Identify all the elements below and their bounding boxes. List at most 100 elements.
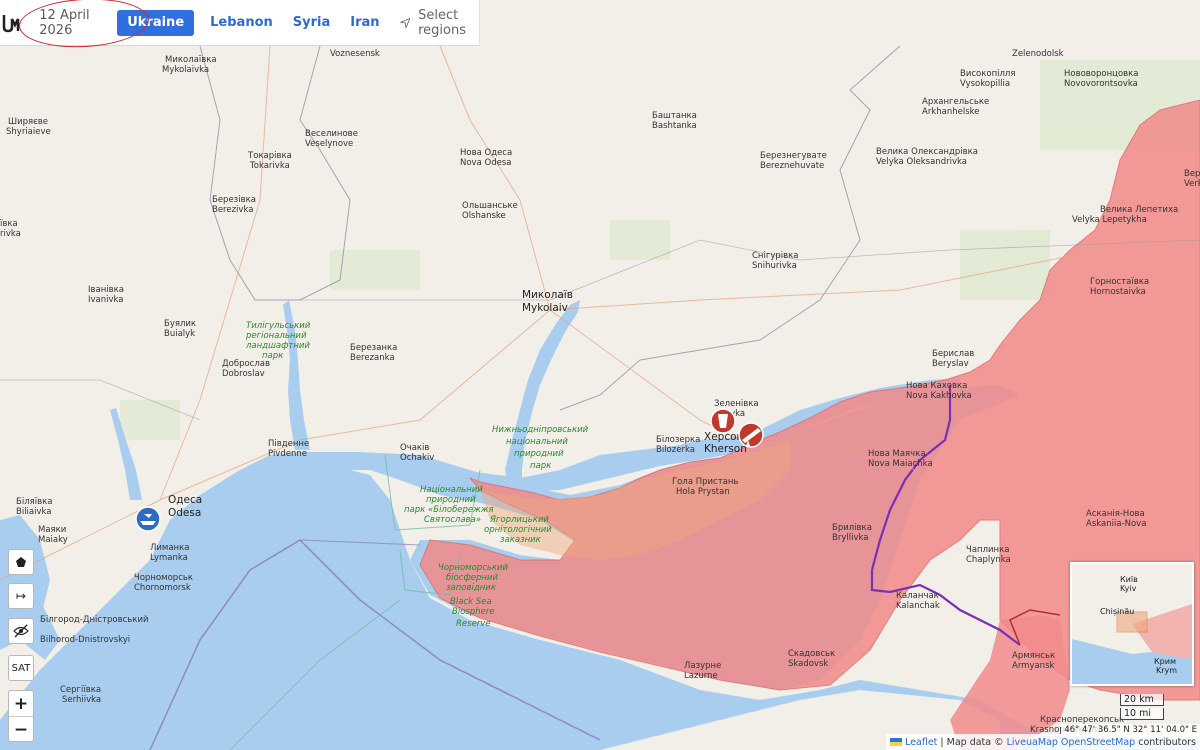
svg-text:Біляївка: Біляївка: [16, 497, 52, 507]
svg-text:Beryslav: Beryslav: [932, 359, 969, 369]
svg-text:парк: парк: [530, 461, 552, 471]
svg-text:Odesa: Odesa: [168, 507, 201, 519]
svg-text:Березнегувате: Березнегувате: [760, 151, 827, 161]
svg-text:орнітологічний: орнітологічний: [484, 525, 552, 535]
toggle-visibility-button[interactable]: [8, 618, 34, 644]
event-marker-naval[interactable]: [135, 506, 161, 532]
eye-off-icon: [13, 624, 29, 638]
svg-text:Verkh: Verkh: [1184, 179, 1200, 189]
svg-text:Biliaivka: Biliaivka: [16, 507, 52, 517]
svg-text:парк «Білобережжя: парк «Білобережжя: [404, 505, 494, 515]
attribution: Leaflet | Map data © LiveuaMap OpenStree…: [886, 734, 1200, 750]
svg-text:Maiaky: Maiaky: [38, 535, 68, 545]
select-regions-button[interactable]: Select regions: [399, 7, 479, 38]
svg-text:Olshanske: Olshanske: [462, 211, 506, 221]
contributors-label: contributors: [1138, 736, 1196, 748]
svg-text:Національний: Національний: [420, 485, 483, 495]
svg-text:Chornomorsk: Chornomorsk: [134, 583, 191, 593]
svg-text:Нова Маячка: Нова Маячка: [868, 449, 926, 459]
svg-text:Kyiv: Kyiv: [1120, 584, 1137, 593]
svg-text:Велика Олександрівка: Велика Олександрівка: [876, 147, 978, 157]
svg-text:парк: парк: [262, 351, 284, 361]
svg-text:Нова Каховка: Нова Каховка: [906, 381, 967, 391]
svg-text:Верх: Верх: [1184, 169, 1200, 179]
svg-text:Нижньодніпровський: Нижньодніпровський: [492, 425, 589, 435]
liveuamap-link[interactable]: LiveuaMap: [1007, 737, 1058, 748]
tab-ukraine[interactable]: Ukraine: [117, 9, 195, 36]
svg-text:Pivdenne: Pivdenne: [268, 449, 307, 459]
svg-text:Велика Лепетиха: Велика Лепетиха: [1100, 205, 1178, 215]
svg-text:Dobroslav: Dobroslav: [222, 369, 265, 379]
svg-text:Зеленівка: Зеленівка: [714, 399, 759, 409]
svg-text:Zelenodolsk: Zelenodolsk: [1012, 49, 1064, 59]
svg-text:Архангельське: Архангельське: [922, 97, 989, 107]
ukraine-flag-icon: [890, 738, 903, 746]
svg-text:Bryllivka: Bryllivka: [832, 533, 868, 543]
liveuamap-logo[interactable]: [0, 0, 23, 46]
svg-text:Одеса: Одеса: [168, 494, 202, 506]
svg-text:Armyansk: Armyansk: [1012, 661, 1054, 671]
svg-text:Високопілля: Високопілля: [960, 69, 1015, 79]
svg-text:Ширяєве: Ширяєве: [8, 117, 48, 127]
map-canvas[interactable]: Миколаївка Mykolaivka Voznesensk Ширяєве…: [0, 0, 1200, 750]
svg-text:Reserve: Reserve: [456, 619, 491, 629]
svg-text:Tokarivka: Tokarivka: [249, 161, 290, 171]
osm-link[interactable]: OpenStreetMap: [1061, 737, 1135, 748]
svg-text:Novovorontsovka: Novovorontsovka: [1064, 79, 1138, 89]
svg-text:заповідник: заповідник: [446, 583, 497, 593]
svg-text:Миколаївка: Миколаївка: [165, 55, 217, 65]
svg-text:Крим: Крим: [1154, 657, 1176, 666]
svg-text:Буялик: Буялик: [164, 319, 196, 329]
svg-text:Serhiivka: Serhiivka: [62, 695, 101, 705]
date-selector[interactable]: 12 April 2026: [18, 0, 151, 50]
svg-text:Bilozerka: Bilozerka: [656, 445, 695, 455]
svg-text:Ягорлицький: Ягорлицький: [489, 515, 549, 525]
svg-text:Snihurivka: Snihurivka: [752, 261, 797, 271]
zoom-in-button[interactable]: +: [9, 691, 33, 717]
date-text: 12 April 2026: [39, 7, 90, 38]
zoom-out-button[interactable]: −: [9, 717, 33, 742]
svg-text:Velyka Oleksandrivka: Velyka Oleksandrivka: [876, 157, 967, 167]
svg-text:rivka: rivka: [0, 229, 21, 239]
select-regions-label: Select regions: [418, 7, 466, 38]
svg-text:Тилігульський: Тилігульський: [246, 321, 311, 331]
svg-text:біосферний: біосферний: [446, 573, 498, 583]
svg-text:Berezivka: Berezivka: [212, 205, 253, 215]
svg-text:Askaniia-Nova: Askaniia-Nova: [1086, 519, 1146, 529]
svg-text:Іванівка: Іванівка: [88, 285, 124, 295]
svg-text:Гола Пристань: Гола Пристань: [672, 477, 738, 487]
tab-syria[interactable]: Syria: [283, 10, 340, 36]
svg-text:Чаплинка: Чаплинка: [966, 545, 1009, 555]
measure-icon: ↦: [15, 589, 27, 603]
svg-text:Нова Одеса: Нова Одеса: [460, 148, 512, 158]
svg-text:Березівка: Березівка: [212, 195, 256, 205]
svg-text:Shyriaieve: Shyriaieve: [6, 127, 51, 137]
svg-text:Bashtanka: Bashtanka: [652, 121, 697, 131]
svg-text:Святослава»: Святослава»: [424, 515, 481, 525]
leaflet-link[interactable]: Leaflet: [905, 737, 937, 748]
svg-text:ївка: ївка: [0, 219, 18, 229]
svg-text:Biosphere: Biosphere: [452, 607, 495, 617]
minimap[interactable]: Київ Kyiv Chișinău Крим Krym: [1070, 562, 1194, 686]
top-bar: 12 April 2026 Ukraine Lebanon Syria Iran…: [0, 0, 480, 50]
event-marker-gunfire[interactable]: [738, 422, 764, 448]
svg-text:Лиманка: Лиманка: [150, 543, 189, 553]
satellite-toggle[interactable]: SAT: [8, 655, 34, 681]
svg-text:Скадовськ: Скадовськ: [788, 649, 835, 659]
zoom-control: + −: [8, 690, 34, 742]
event-marker-explosion[interactable]: [710, 408, 736, 434]
svg-text:Chișinău: Chișinău: [1100, 607, 1134, 617]
measure-button[interactable]: ↦: [8, 583, 34, 609]
tab-lebanon[interactable]: Lebanon: [200, 10, 283, 36]
svg-text:Веселинове: Веселинове: [305, 129, 358, 139]
svg-text:Каланчак: Каланчак: [896, 591, 939, 601]
tab-iran[interactable]: Iran: [340, 10, 389, 36]
svg-text:Black Sea: Black Sea: [450, 597, 492, 607]
navigation-arrow-icon: [399, 17, 410, 28]
svg-text:заказник: заказник: [500, 535, 542, 545]
draw-polygon-button[interactable]: [8, 549, 34, 575]
svg-text:Південне: Південне: [268, 439, 309, 449]
svg-text:Березанка: Березанка: [350, 343, 397, 353]
svg-text:Київ: Київ: [1120, 575, 1138, 584]
scale-mi: 10 mi: [1120, 708, 1164, 720]
